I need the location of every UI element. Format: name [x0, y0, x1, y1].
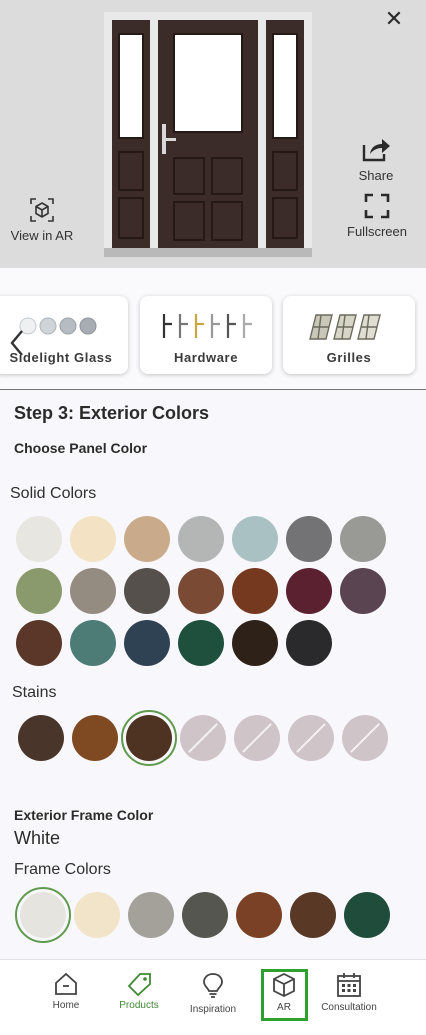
- solid-color-swatch[interactable]: [232, 516, 278, 562]
- tab-inspiration[interactable]: Inspiration: [178, 972, 248, 1015]
- tab-ar[interactable]: AR: [249, 972, 319, 1013]
- close-button[interactable]: ✕: [382, 7, 406, 31]
- solid-color-swatch[interactable]: [124, 516, 170, 562]
- category-grilles[interactable]: Grilles: [283, 296, 415, 374]
- view-in-ar-label: View in AR: [10, 228, 74, 243]
- solid-color-swatch[interactable]: [178, 620, 224, 666]
- tab-label: Inspiration: [189, 1004, 237, 1015]
- solid-color-swatch[interactable]: [124, 620, 170, 666]
- category-hardware[interactable]: Hardware: [140, 296, 272, 374]
- lightbulb-icon: [203, 973, 223, 998]
- tab-label: Products: [119, 1000, 159, 1011]
- tag-icon: [127, 973, 151, 996]
- tab-consultation[interactable]: Consultation: [314, 972, 384, 1013]
- stain-swatch[interactable]: [72, 715, 118, 761]
- solid-color-swatch[interactable]: [178, 516, 224, 562]
- tab-home[interactable]: Home: [31, 972, 101, 1011]
- share-label: Share: [358, 168, 394, 183]
- stain-swatch[interactable]: [234, 715, 280, 761]
- solid-color-swatch[interactable]: [340, 516, 386, 562]
- category-label: Hardware: [173, 350, 239, 365]
- solid-colors-label: Solid Colors: [10, 485, 97, 502]
- solid-color-swatch[interactable]: [340, 568, 386, 614]
- solid-color-swatch[interactable]: [286, 516, 332, 562]
- stain-swatch[interactable]: [288, 715, 334, 761]
- frame-color-swatch[interactable]: [344, 892, 390, 938]
- cube-icon: [273, 972, 295, 998]
- solid-color-swatch[interactable]: [16, 568, 62, 614]
- frame-color-swatch[interactable]: [15, 887, 71, 943]
- fullscreen-label: Fullscreen: [347, 224, 407, 239]
- stain-swatch[interactable]: [18, 715, 64, 761]
- door-image: [104, 12, 312, 257]
- view-in-ar-button[interactable]: View in AR: [8, 197, 76, 243]
- solid-color-swatch[interactable]: [70, 516, 116, 562]
- frame-color-swatch[interactable]: [182, 892, 228, 938]
- grille-panes-icon: [306, 308, 392, 344]
- calendar-icon: [337, 973, 361, 997]
- solid-color-swatch[interactable]: [232, 620, 278, 666]
- solid-color-swatch[interactable]: [70, 568, 116, 614]
- stain-swatch[interactable]: [180, 715, 226, 761]
- category-label: Grilles: [326, 350, 372, 365]
- category-carousel: Sidelight Glass Hardware Grilles: [0, 268, 426, 390]
- frame-colors-label: Frame Colors: [14, 861, 111, 878]
- home-icon: [55, 972, 77, 995]
- frame-color-swatch[interactable]: [128, 892, 174, 938]
- solid-color-swatch[interactable]: [178, 568, 224, 614]
- stain-swatch[interactable]: [121, 710, 177, 766]
- share-button[interactable]: Share: [346, 135, 406, 183]
- frame-color-swatch[interactable]: [290, 892, 336, 938]
- solid-color-swatch[interactable]: [70, 620, 116, 666]
- tab-label: Consultation: [321, 1002, 377, 1013]
- tab-label: Home: [52, 1000, 80, 1011]
- fullscreen-button[interactable]: Fullscreen: [340, 193, 414, 239]
- frame-color-swatch[interactable]: [74, 892, 120, 938]
- close-icon: ✕: [384, 6, 404, 31]
- stains-label: Stains: [12, 684, 57, 701]
- frame-color-swatch[interactable]: [236, 892, 282, 938]
- step-title: Step 3: Exterior Colors: [14, 403, 210, 423]
- tab-products[interactable]: Products: [104, 972, 174, 1011]
- frame-color-heading: Exterior Frame Color: [14, 807, 154, 823]
- share-icon: [362, 139, 390, 162]
- solid-color-swatch[interactable]: [124, 568, 170, 614]
- solid-color-swatch[interactable]: [232, 568, 278, 614]
- solid-color-swatch[interactable]: [16, 516, 62, 562]
- tab-label: AR: [277, 1002, 291, 1013]
- stain-swatch[interactable]: [342, 715, 388, 761]
- solid-color-swatch[interactable]: [286, 620, 332, 666]
- frame-color-value: White: [14, 828, 61, 848]
- exterior-colors-panel: Step 3: Exterior Colors Choose Panel Col…: [0, 391, 426, 959]
- bottom-tab-bar: Home Products Inspiration AR Consultatio…: [0, 959, 426, 1035]
- chevron-left-icon[interactable]: [6, 326, 30, 360]
- ar-cube-icon: [30, 198, 54, 222]
- panel-color-title: Choose Panel Color: [14, 440, 148, 456]
- door-handles-icon: [158, 308, 254, 344]
- solid-color-swatch[interactable]: [286, 568, 332, 614]
- door-preview: ✕ View in AR Share Fullscreen: [0, 0, 426, 268]
- solid-color-swatch[interactable]: [16, 620, 62, 666]
- fullscreen-icon: [364, 193, 390, 219]
